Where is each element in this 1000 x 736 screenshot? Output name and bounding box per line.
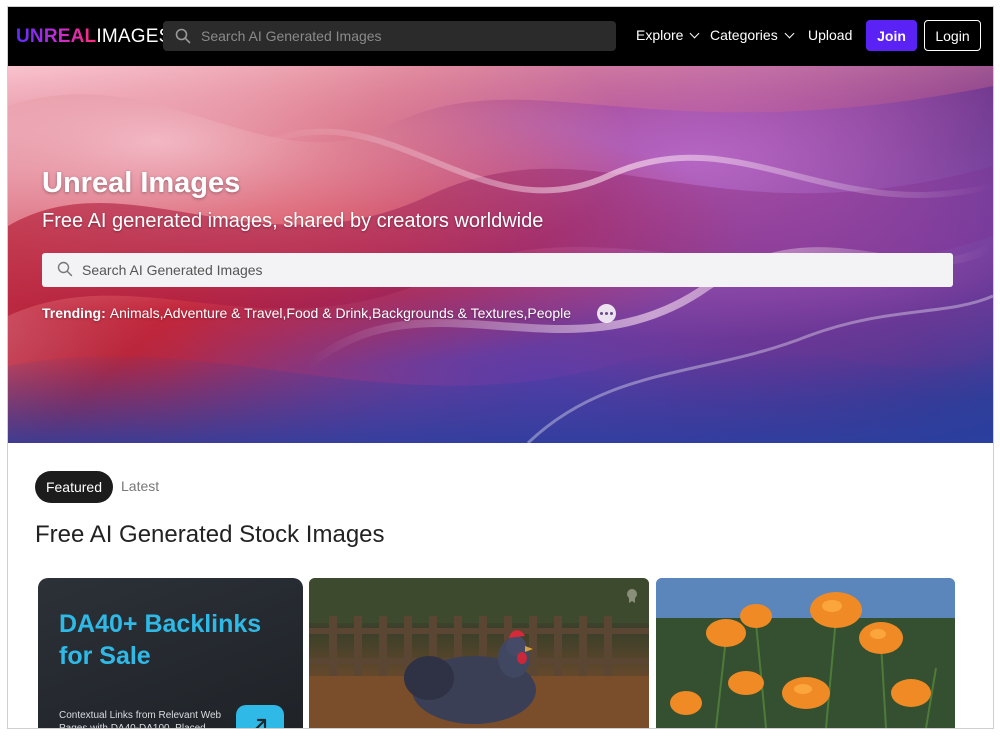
- nav-upload-link[interactable]: Upload: [808, 27, 852, 43]
- top-navbar: UNREAL IMAGES Explore Categories Upload …: [8, 7, 993, 66]
- ad-title: DA40+ Backlinks for Sale: [59, 610, 262, 670]
- nav-categories-label: Categories: [710, 27, 778, 43]
- dot-icon: [600, 312, 603, 315]
- logo-text-images: IMAGES: [96, 26, 172, 47]
- hero-banner: Unreal Images Free AI generated images, …: [8, 66, 993, 443]
- logo-text-unreal: UNREAL: [16, 26, 97, 47]
- poppy-flowers-image: [656, 578, 955, 728]
- trending-link-adventure-travel[interactable]: Adventure & Travel: [163, 305, 282, 321]
- nav-search-input[interactable]: [201, 21, 601, 51]
- section-title: Free AI Generated Stock Images: [35, 521, 385, 548]
- image-card-flowers[interactable]: [656, 578, 955, 728]
- tab-latest[interactable]: Latest: [121, 478, 159, 494]
- chevron-down-icon: [784, 28, 795, 38]
- hen-image: [309, 578, 649, 728]
- trending-link-backgrounds-textures[interactable]: Backgrounds & Textures: [372, 305, 524, 321]
- trending-label: Trending:: [42, 305, 106, 321]
- hero-search-input[interactable]: [82, 253, 942, 287]
- nav-upload-label: Upload: [808, 27, 853, 43]
- hero-subtitle: Free AI generated images, shared by crea…: [42, 210, 544, 232]
- trending-link-people[interactable]: People: [527, 305, 571, 321]
- ad-arrow-button[interactable]: [236, 705, 284, 728]
- image-card-hen[interactable]: [309, 578, 649, 728]
- search-icon: [175, 28, 191, 44]
- search-icon: [57, 261, 73, 277]
- login-button[interactable]: Login: [924, 20, 981, 51]
- join-button[interactable]: Join: [866, 20, 917, 51]
- site-logo[interactable]: UNREAL IMAGES: [16, 26, 171, 48]
- nav-explore-menu[interactable]: Explore: [636, 27, 700, 43]
- trending-link-animals[interactable]: Animals: [110, 305, 160, 321]
- nav-explore-label: Explore: [636, 27, 684, 43]
- dot-icon: [605, 312, 608, 315]
- chevron-down-icon: [690, 28, 700, 38]
- trending-link-food-drink[interactable]: Food & Drink: [286, 305, 368, 321]
- more-trending-button[interactable]: [597, 304, 616, 323]
- nav-categories-menu[interactable]: Categories: [710, 27, 795, 43]
- hero-search-bar: [42, 253, 953, 287]
- tab-featured[interactable]: Featured: [35, 471, 113, 503]
- trending-tags: Trending: Animals, Adventure & Travel, F…: [42, 305, 571, 321]
- dot-icon: [610, 312, 613, 315]
- ad-description: Contextual Links from Relevant Web Pages…: [59, 710, 222, 728]
- page-frame: UNREAL IMAGES Explore Categories Upload …: [8, 7, 993, 728]
- ad-card[interactable]: DA40+ Backlinks for Sale Contextual Link…: [38, 578, 303, 728]
- arrow-right-icon: [255, 718, 267, 728]
- nav-search-bar: [163, 21, 616, 51]
- bookmark-icon[interactable]: [625, 588, 639, 604]
- hero-title: Unreal Images: [42, 167, 241, 199]
